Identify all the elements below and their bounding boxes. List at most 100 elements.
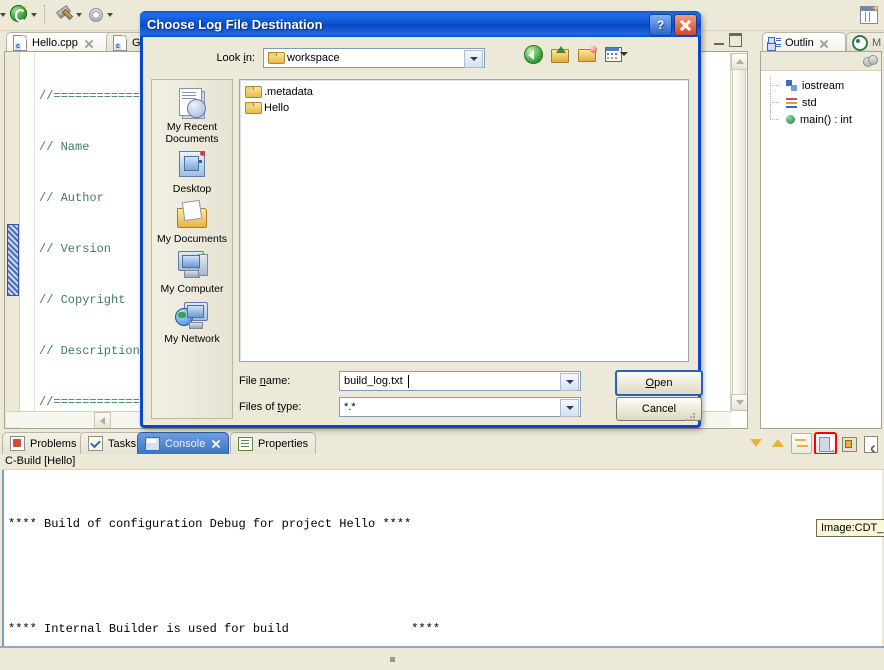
- include-icon: [786, 80, 797, 91]
- my-network-icon: [174, 298, 210, 332]
- outline-item-main[interactable]: main() : int: [761, 111, 881, 128]
- debug-icon[interactable]: [85, 4, 105, 24]
- files-of-type-value-wrap: *.*: [340, 401, 356, 413]
- dialog-title-bar[interactable]: Choose Log File Destination ?: [140, 11, 701, 37]
- place-my-network[interactable]: My Network: [153, 298, 231, 345]
- code-line: // Version: [39, 242, 112, 256]
- look-in-label: Look in:: [216, 52, 255, 64]
- outline-tab-row: Outlin M: [760, 30, 884, 53]
- screen-root: Hello.cpp G //============ // Name // Au…: [0, 0, 884, 670]
- look-in-combo[interactable]: workspace: [263, 48, 485, 68]
- scroll-down-button[interactable]: [747, 434, 766, 453]
- folder-icon: [245, 86, 262, 98]
- close-button[interactable]: [674, 14, 697, 36]
- help-button[interactable]: ?: [649, 14, 672, 36]
- open-button-label: OOpenpen: [645, 377, 673, 389]
- place-my-recent-documents[interactable]: My Recent Documents: [153, 86, 231, 145]
- editor-folding-ruler[interactable]: [20, 52, 35, 428]
- outline-item-iostream[interactable]: iostream: [761, 77, 881, 94]
- sort-icon[interactable]: [863, 55, 878, 67]
- files-of-type-combo[interactable]: *.*: [339, 397, 581, 417]
- chevron-down-icon[interactable]: [464, 50, 483, 68]
- file-list-item[interactable]: Hello: [243, 100, 688, 116]
- text-caret: [407, 374, 409, 388]
- outline-item-label: main() : int: [800, 113, 852, 126]
- back-icon[interactable]: [523, 43, 545, 65]
- place-desktop[interactable]: Desktop: [153, 148, 231, 195]
- folder-icon: [245, 102, 262, 114]
- c-source-file-icon: [113, 35, 127, 51]
- tab-outline[interactable]: Outlin: [762, 32, 846, 53]
- chevron-down-icon[interactable]: [560, 373, 579, 391]
- scroll-down-button[interactable]: [731, 394, 747, 411]
- tab-console[interactable]: Console: [137, 432, 230, 454]
- build-dropdown-arrow[interactable]: [76, 4, 83, 24]
- file-name-value-wrap: build_log.txt: [340, 374, 409, 388]
- console-output[interactable]: **** Build of configuration Debug for pr…: [2, 470, 882, 668]
- build-icon[interactable]: [54, 4, 74, 24]
- file-list[interactable]: .metadata Hello: [239, 79, 689, 362]
- my-documents-icon: [174, 198, 210, 232]
- scroll-left-button[interactable]: [94, 412, 111, 428]
- pin-console-button[interactable]: [839, 434, 858, 453]
- chevron-down-icon[interactable]: [560, 399, 579, 417]
- editor-tab-hello-cpp[interactable]: Hello.cpp: [6, 32, 118, 53]
- place-my-computer[interactable]: My Computer: [153, 248, 231, 295]
- toggle-console-button[interactable]: [791, 433, 812, 454]
- my-computer-icon: [174, 248, 210, 282]
- editor-annotation-ruler[interactable]: [5, 52, 20, 428]
- outline-tab-label: M: [872, 37, 882, 49]
- create-new-folder-icon[interactable]: [577, 43, 599, 65]
- status-bar: [0, 648, 884, 670]
- code-line: // Description: [39, 344, 140, 358]
- tab-problems[interactable]: Problems: [2, 432, 85, 454]
- code-line: //============: [39, 89, 140, 103]
- tab-tasks[interactable]: Tasks: [80, 432, 145, 454]
- toolbar-separator: [44, 5, 48, 23]
- tab-properties[interactable]: Properties: [230, 432, 317, 454]
- tab-label: Problems: [30, 437, 77, 450]
- bottom-view-stack: Problems Tasks Console Properties C-Buil…: [0, 430, 884, 670]
- close-icon[interactable]: [83, 38, 94, 49]
- scrollbar-thumb[interactable]: [732, 69, 746, 395]
- console-icon: [145, 436, 160, 451]
- console-line: **** Build of configuration Debug for pr…: [8, 517, 412, 531]
- file-list-item[interactable]: .metadata: [243, 84, 688, 100]
- scroll-up-button[interactable]: [731, 53, 747, 70]
- new-wizard-dropdown-arrow[interactable]: [31, 4, 38, 24]
- open-button[interactable]: OOpenpen: [615, 370, 703, 396]
- console-toolbar: [747, 432, 880, 455]
- scroll-up-button[interactable]: [769, 434, 788, 453]
- code-line: // Copyright: [39, 293, 126, 307]
- debug-dropdown-arrow[interactable]: [107, 4, 114, 24]
- close-icon[interactable]: [210, 438, 221, 449]
- outline-content: iostream std main() : int: [760, 51, 882, 429]
- up-one-level-icon[interactable]: [550, 43, 572, 65]
- clear-console-button[interactable]: [861, 434, 880, 453]
- code-line: // Name: [39, 140, 90, 154]
- outline-item-std[interactable]: std: [761, 94, 881, 111]
- make-targets-icon: [852, 35, 868, 51]
- new-wizard-icon[interactable]: [9, 4, 29, 24]
- close-icon[interactable]: [818, 38, 829, 49]
- dialog-window-buttons: ?: [649, 14, 697, 36]
- file-name-input[interactable]: build_log.txt: [339, 371, 581, 391]
- new-dropdown-arrow[interactable]: [0, 4, 7, 24]
- properties-icon: [238, 436, 253, 451]
- files-of-type-label: Files of type:: [239, 401, 302, 413]
- tab-make-targets[interactable]: M: [846, 32, 884, 53]
- outline-tree[interactable]: iostream std main() : int: [761, 71, 881, 128]
- tab-label: Console: [165, 437, 206, 450]
- minimize-icon[interactable]: [714, 35, 724, 45]
- resize-grip[interactable]: [685, 412, 695, 422]
- maximize-icon[interactable]: [729, 33, 742, 47]
- editor-vertical-scrollbar[interactable]: [730, 53, 747, 411]
- function-icon: [786, 115, 795, 124]
- perspective-icon[interactable]: [858, 4, 880, 24]
- place-label: My Recent Documents: [165, 121, 219, 145]
- place-my-documents[interactable]: My Documents: [153, 198, 231, 245]
- console-line: **** Internal Builder is used for build …: [8, 622, 441, 636]
- editor-window-controls: [714, 33, 742, 47]
- views-icon[interactable]: [604, 43, 628, 65]
- save-console-button[interactable]: [814, 432, 837, 455]
